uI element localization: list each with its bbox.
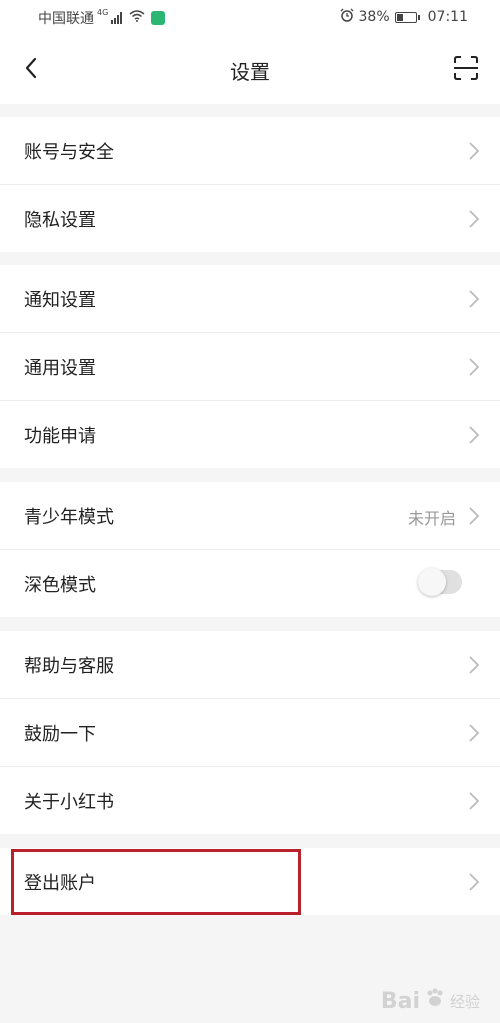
- teen-mode-status: 未开启: [407, 509, 456, 528]
- item-label: 鼓励一下: [24, 724, 96, 745]
- settings-item-teen-mode[interactable]: 青少年模式 未开启: [0, 482, 500, 550]
- alarm-icon: [340, 8, 354, 26]
- logout-button[interactable]: 登出账户: [0, 848, 500, 915]
- item-label: 账号与安全: [24, 142, 114, 163]
- chevron-right-icon: [469, 210, 480, 228]
- settings-group-account: 账号与安全 隐私设置: [0, 117, 500, 252]
- chevron-right-icon: [469, 507, 480, 525]
- app-notification-icon: [151, 11, 166, 25]
- item-label: 关于小红书: [24, 792, 114, 813]
- status-bar: 中国联通 4G 38% 07:11: [0, 0, 500, 34]
- chevron-right-icon: [469, 142, 480, 160]
- chevron-right-icon: [469, 873, 480, 891]
- settings-group-about: 帮助与客服 鼓励一下 关于小红书: [0, 631, 500, 834]
- dark-mode-toggle[interactable]: [418, 568, 462, 596]
- chevron-right-icon: [469, 290, 480, 308]
- network-type: 4G: [97, 7, 109, 17]
- settings-item-notifications[interactable]: 通知设置: [0, 265, 500, 333]
- item-label: 青少年模式: [24, 507, 114, 528]
- settings-item-account-security[interactable]: 账号与安全: [0, 117, 500, 185]
- carrier-label: 中国联通: [38, 11, 94, 27]
- settings-item-dark-mode: 深色模式: [0, 550, 500, 617]
- item-label: 功能申请: [24, 426, 96, 447]
- watermark: Bai 经验: [381, 987, 480, 1015]
- settings-item-help[interactable]: 帮助与客服: [0, 631, 500, 699]
- item-label: 通知设置: [24, 290, 96, 311]
- settings-group-general: 通知设置 通用设置 功能申请: [0, 265, 500, 468]
- item-label: 隐私设置: [24, 210, 96, 231]
- chevron-right-icon: [469, 724, 480, 742]
- item-label: 深色模式: [24, 575, 96, 596]
- settings-item-privacy[interactable]: 隐私设置: [0, 185, 500, 252]
- chevron-right-icon: [469, 358, 480, 376]
- scan-icon: [454, 56, 478, 80]
- item-label: 通用设置: [24, 358, 96, 379]
- battery-icon: [394, 11, 420, 23]
- chevron-right-icon: [469, 792, 480, 810]
- chevron-right-icon: [469, 656, 480, 674]
- scan-button[interactable]: [452, 54, 480, 82]
- settings-item-encourage[interactable]: 鼓励一下: [0, 699, 500, 767]
- settings-item-feature-request[interactable]: 功能申请: [0, 401, 500, 468]
- settings-item-general[interactable]: 通用设置: [0, 333, 500, 401]
- item-label: 登出账户: [24, 873, 96, 894]
- battery-percent: 38%: [358, 9, 390, 25]
- wifi-icon: [129, 10, 145, 26]
- page-title: 设置: [230, 60, 270, 84]
- toggle-knob: [418, 568, 446, 596]
- watermark-brand: Bai: [380, 988, 420, 1014]
- settings-item-about[interactable]: 关于小红书: [0, 767, 500, 834]
- signal-icon: [111, 12, 123, 24]
- clock: 07:11: [427, 9, 468, 25]
- settings-group-logout: 登出账户: [0, 848, 500, 915]
- paw-icon: [424, 987, 446, 1015]
- item-label: 帮助与客服: [24, 656, 114, 677]
- chevron-right-icon: [469, 426, 480, 444]
- nav-bar: 设置: [0, 34, 500, 104]
- settings-group-modes: 青少年模式 未开启 深色模式: [0, 482, 500, 617]
- watermark-sub: 经验: [449, 992, 480, 1011]
